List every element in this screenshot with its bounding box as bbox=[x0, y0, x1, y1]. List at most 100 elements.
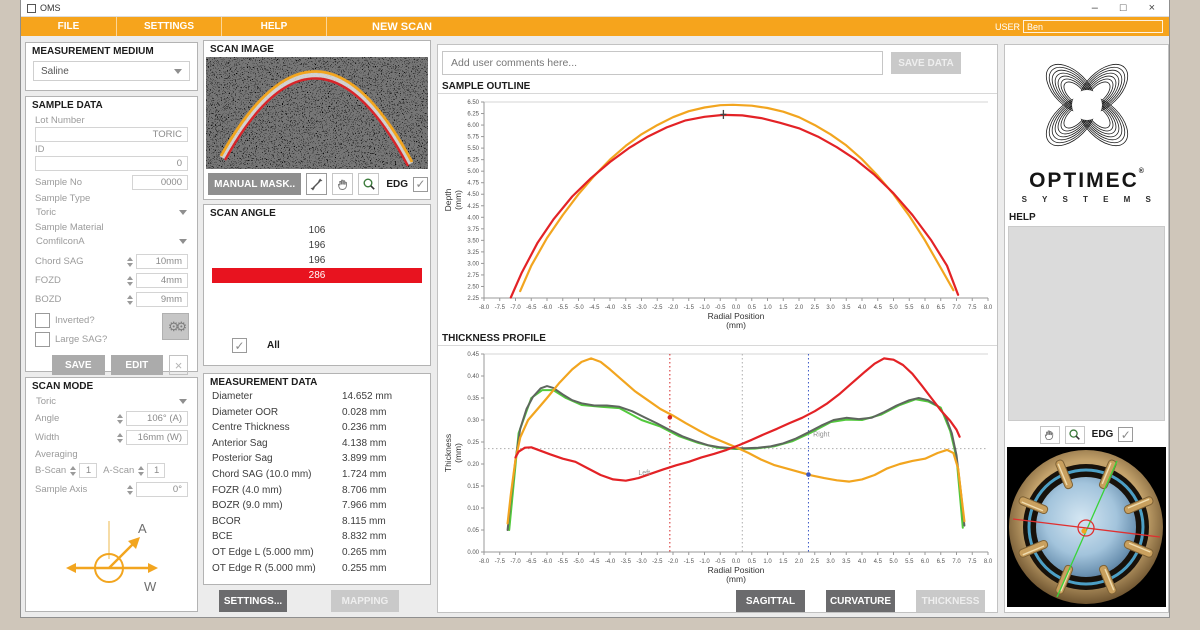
svg-text:2.5: 2.5 bbox=[811, 559, 820, 565]
sample-type-select[interactable]: Toric bbox=[26, 205, 197, 220]
maximize-button[interactable]: □ bbox=[1120, 2, 1127, 14]
measurement-value: 0.236 mm bbox=[342, 422, 387, 434]
fozd-field[interactable]: 4mm bbox=[136, 273, 188, 288]
scan-mode-select[interactable]: Toric bbox=[26, 394, 197, 409]
save-data-button[interactable]: SAVE DATA bbox=[891, 52, 961, 74]
svg-text:-8.0: -8.0 bbox=[479, 559, 490, 565]
measurement-value: 1.724 mm bbox=[342, 468, 387, 480]
scan-angle-item[interactable]: 196 bbox=[212, 238, 422, 253]
id-label: ID bbox=[35, 144, 45, 155]
width-label: Width bbox=[35, 432, 60, 443]
fozd-stepper[interactable] bbox=[127, 275, 133, 286]
large-sag-checkbox[interactable] bbox=[35, 332, 50, 347]
id-field[interactable]: 0 bbox=[35, 156, 188, 171]
bozd-stepper[interactable] bbox=[127, 294, 133, 305]
svg-text:7.5: 7.5 bbox=[968, 559, 977, 565]
svg-text:(mm): (mm) bbox=[726, 320, 746, 330]
scan-image[interactable] bbox=[206, 57, 428, 169]
chevron-down-icon bbox=[174, 68, 182, 74]
angle-field[interactable]: 106° (A) bbox=[126, 411, 188, 426]
chord-sag-stepper[interactable] bbox=[127, 256, 133, 267]
b-scan-stepper[interactable] bbox=[70, 465, 77, 476]
angle-stepper[interactable] bbox=[117, 413, 123, 424]
scan-angle-title: SCAN ANGLE bbox=[210, 208, 276, 219]
svg-text:0.30: 0.30 bbox=[467, 418, 479, 424]
clear-sample-button[interactable]: × bbox=[169, 355, 188, 375]
a-scan-stepper[interactable] bbox=[138, 465, 145, 476]
all-angles-checkbox[interactable] bbox=[232, 338, 247, 353]
measurement-data-panel: MEASUREMENT DATA Diameter 14.652 mm Diamet… bbox=[203, 373, 431, 585]
sample-data-panel: SAMPLE DATA Lot Number TORIC ID 0 Sample… bbox=[25, 96, 198, 375]
camera-edg-checkbox[interactable] bbox=[1118, 427, 1134, 443]
minimize-button[interactable]: – bbox=[1092, 2, 1098, 14]
b-scan-field[interactable]: 1 bbox=[79, 463, 98, 478]
sample-axis-field[interactable]: 0° bbox=[136, 482, 188, 497]
zoom-magnifier-icon[interactable] bbox=[358, 173, 380, 195]
close-button[interactable]: × bbox=[1149, 2, 1155, 14]
sagittal-button[interactable]: SAGITTAL bbox=[736, 590, 805, 612]
user-input[interactable] bbox=[1023, 20, 1163, 33]
pan-hand-icon[interactable] bbox=[1039, 425, 1060, 444]
width-stepper[interactable] bbox=[117, 432, 123, 443]
scan-mode-value: Toric bbox=[36, 396, 57, 407]
menu-new-scan[interactable]: NEW SCAN bbox=[327, 21, 477, 33]
sample-axis-stepper[interactable] bbox=[127, 484, 133, 495]
edg-checkbox[interactable] bbox=[413, 176, 428, 192]
mapping-button[interactable]: MAPPING bbox=[331, 590, 399, 612]
menu-help[interactable]: HELP bbox=[222, 17, 327, 36]
lot-number-field[interactable]: TORIC bbox=[35, 127, 188, 142]
scan-angle-item[interactable]: 106 bbox=[212, 223, 422, 238]
menu-file[interactable]: FILE bbox=[21, 17, 117, 36]
svg-text:2.75: 2.75 bbox=[467, 273, 479, 279]
measurement-value: 3.899 mm bbox=[342, 453, 387, 465]
measurement-label: BOZR (9.0 mm) bbox=[212, 500, 283, 512]
measurement-data-rows: Diameter 14.652 mm Diameter OOR 0.028 mm Cen… bbox=[204, 390, 430, 577]
svg-text:6.50: 6.50 bbox=[467, 100, 479, 106]
edit-button[interactable]: EDIT bbox=[110, 355, 164, 375]
svg-text:4.5: 4.5 bbox=[874, 559, 883, 565]
svg-text:8.0: 8.0 bbox=[984, 305, 993, 311]
width-field[interactable]: 16mm (W) bbox=[126, 430, 188, 445]
manual-mask-button[interactable]: MANUAL MASK.. bbox=[208, 173, 302, 195]
svg-text:-5.0: -5.0 bbox=[573, 305, 584, 311]
svg-text:4.5: 4.5 bbox=[874, 305, 883, 311]
curvature-button[interactable]: CURVATURE bbox=[826, 590, 895, 612]
center-marker-dot bbox=[1081, 528, 1087, 534]
scan-angle-item[interactable]: 286 bbox=[212, 268, 422, 283]
svg-text:-5.5: -5.5 bbox=[558, 305, 569, 311]
axis-compass-diagram: A W bbox=[66, 521, 158, 594]
measurement-medium-value: Saline bbox=[41, 65, 69, 77]
a-scan-field[interactable]: 1 bbox=[147, 463, 166, 478]
camera-view[interactable] bbox=[1007, 447, 1166, 607]
sample-no-field[interactable]: 0000 bbox=[132, 175, 188, 190]
scan-column: SCAN IMAGE MANUAL MASK.. EDG ✓ SCAN ANGL… bbox=[203, 40, 431, 612]
bozd-field[interactable]: 9mm bbox=[136, 292, 188, 307]
axis-w-text: W bbox=[144, 579, 157, 594]
pan-hand-icon[interactable] bbox=[332, 173, 354, 195]
save-button[interactable]: SAVE bbox=[52, 355, 105, 375]
sample-material-select[interactable]: ComfilconA bbox=[26, 234, 197, 249]
svg-text:0.35: 0.35 bbox=[467, 396, 479, 402]
sample-outline-chart: 2.25 2.50 2.75 3.00 3.25 3.50 3.75 4.00 4.25 4.50… bbox=[443, 100, 993, 330]
measurement-label: FOZR (4.0 mm) bbox=[212, 484, 282, 496]
table-row: Diameter 14.652 mm bbox=[204, 390, 430, 406]
svg-text:3.50: 3.50 bbox=[467, 238, 479, 244]
inverted-checkbox[interactable] bbox=[35, 313, 50, 328]
svg-text:-2.5: -2.5 bbox=[652, 305, 663, 311]
gear-icon[interactable]: ⚙⚙ bbox=[162, 313, 189, 340]
zoom-magnifier-icon[interactable] bbox=[1064, 425, 1085, 444]
sample-outline-title: SAMPLE OUTLINE bbox=[438, 79, 997, 94]
measurement-data-title: MEASUREMENT DATA bbox=[210, 377, 318, 388]
comments-input[interactable] bbox=[442, 51, 883, 75]
right-sidebar: OPTIMEC® S Y S T E M S HELP EDG bbox=[1004, 44, 1169, 613]
svg-text:-7.5: -7.5 bbox=[495, 559, 506, 565]
menu-settings[interactable]: SETTINGS bbox=[117, 17, 222, 36]
averaging-label: Averaging bbox=[35, 449, 78, 460]
scan-angle-item[interactable]: 196 bbox=[212, 253, 422, 268]
thickness-button[interactable]: THICKNESS bbox=[916, 590, 985, 612]
svg-text:Left: Left bbox=[638, 470, 650, 477]
measurement-medium-select[interactable]: Saline bbox=[33, 61, 190, 81]
expand-icon[interactable] bbox=[306, 173, 328, 195]
chord-sag-field[interactable]: 10mm bbox=[136, 254, 188, 269]
settings-button[interactable]: SETTINGS... bbox=[219, 590, 287, 612]
